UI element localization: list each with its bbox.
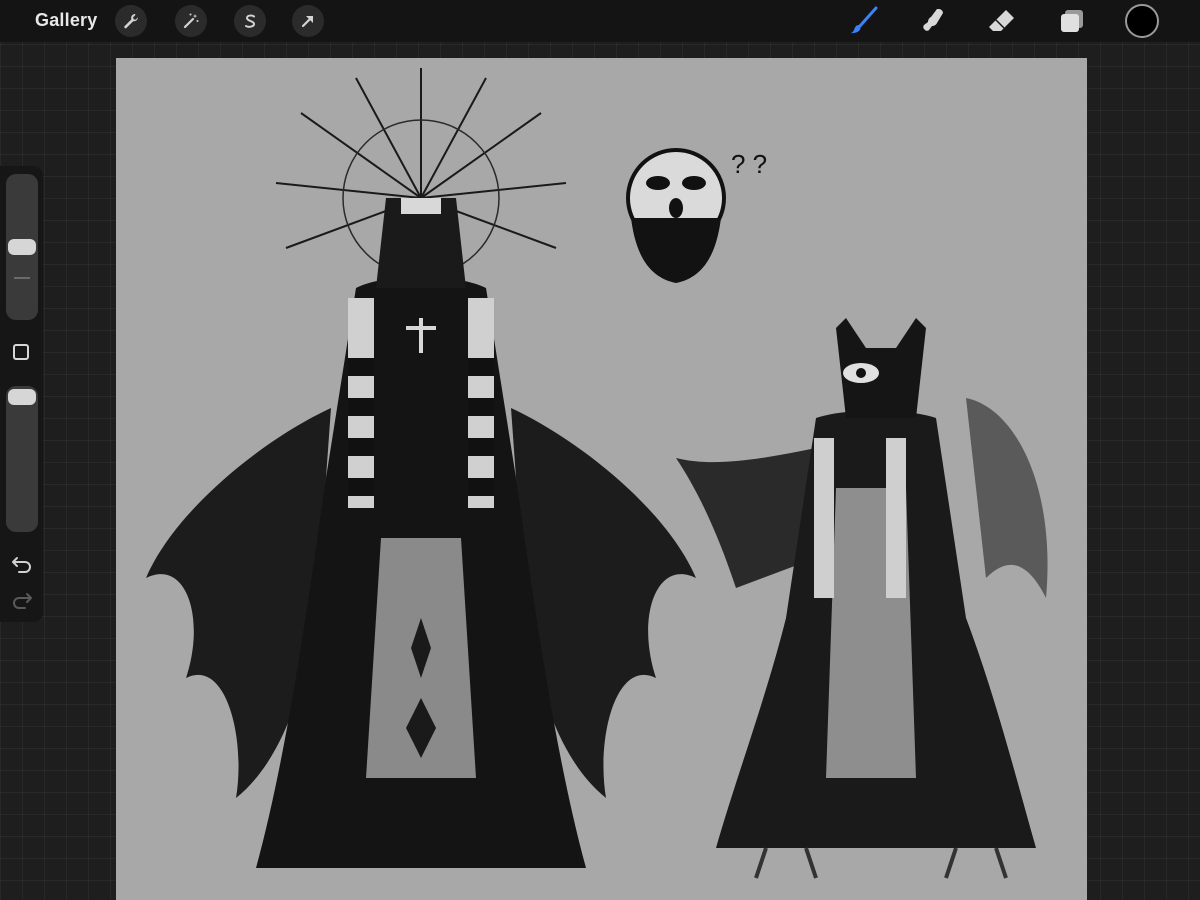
transform-button[interactable] [292,5,324,37]
brush-size-tick [14,277,30,279]
layers-icon [1056,5,1088,37]
eraser-tool-button[interactable] [986,5,1018,37]
gallery-button[interactable]: Gallery [35,10,97,31]
layers-button[interactable] [1056,5,1088,37]
right-figure-wing [966,398,1048,598]
wrench-icon [122,12,140,30]
smudge-tool-button[interactable] [917,5,949,37]
modify-button[interactable] [13,344,29,360]
left-sidebar [0,166,43,622]
color-picker-button[interactable] [1125,4,1159,38]
selection-s-icon [241,12,259,30]
undo-icon[interactable] [11,554,33,579]
top-toolbar: Gallery [0,0,1200,42]
selection-button[interactable] [234,5,266,37]
opacity-slider[interactable] [6,386,38,532]
orb-creature: ? ? [626,148,767,283]
artwork-illustration: ? ? [146,68,1048,879]
question-marks: ? ? [731,149,767,179]
drawing-canvas[interactable]: ? ? [116,58,1087,900]
arrow-cursor-icon [299,12,317,30]
brush-size-slider[interactable] [6,174,38,320]
actions-button[interactable] [115,5,147,37]
eraser-icon [986,5,1018,37]
brush-size-thumb[interactable] [8,239,36,255]
redo-icon[interactable] [11,590,33,615]
smudge-finger-icon [917,5,949,37]
adjustments-button[interactable] [175,5,207,37]
brush-tool-button[interactable] [848,5,880,37]
magic-wand-icon [182,12,200,30]
brush-icon [848,5,880,37]
opacity-thumb[interactable] [8,389,36,405]
